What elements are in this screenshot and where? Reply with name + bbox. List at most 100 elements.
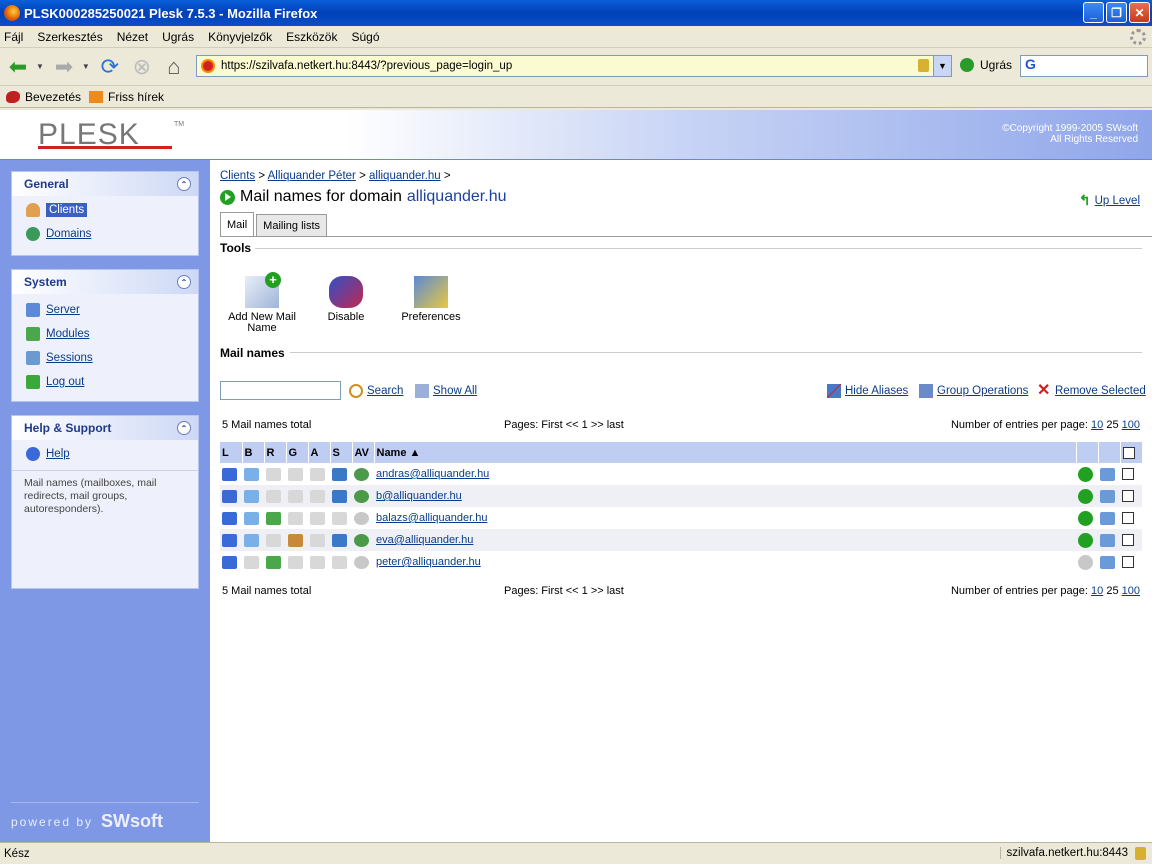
- sidebar-item-server[interactable]: Server: [12, 298, 198, 322]
- select-all-checkbox[interactable]: [1122, 446, 1135, 459]
- tab-mail[interactable]: Mail: [220, 212, 255, 236]
- status-bar: Kész szilvafa.netkert.hu:8443: [0, 842, 1152, 864]
- edit-icon[interactable]: [1100, 467, 1115, 481]
- edit-icon[interactable]: [1100, 489, 1115, 503]
- sidebar-item-modules[interactable]: Modules: [12, 322, 198, 346]
- row-checkbox[interactable]: [1122, 556, 1134, 569]
- maximize-button[interactable]: ❐: [1106, 2, 1127, 23]
- tab-mailing-lists[interactable]: Mailing lists: [256, 214, 328, 236]
- remove-selected-button[interactable]: ✕ Remove Selected: [1037, 383, 1146, 399]
- forward-arrow-icon[interactable]: ➡: [50, 53, 78, 81]
- breadcrumb-client[interactable]: Alliquander Péter: [268, 170, 356, 182]
- breadcrumb-domain[interactable]: alliquander.hu: [369, 170, 441, 182]
- preferences-button[interactable]: Preferences: [386, 276, 476, 323]
- menu-bookmarks[interactable]: Könyvjelzők: [208, 30, 272, 44]
- up-level-link[interactable]: ↰ Up Level: [1079, 192, 1140, 209]
- row-checkbox[interactable]: [1122, 490, 1134, 503]
- lock-icon[interactable]: [1135, 847, 1146, 860]
- minimize-button[interactable]: _: [1083, 2, 1104, 23]
- sidebar-item-sessions[interactable]: Sessions: [12, 346, 198, 370]
- collapse-icon[interactable]: ⌃: [177, 421, 191, 435]
- hide-aliases-button[interactable]: Hide Aliases: [827, 384, 908, 398]
- row-checkbox[interactable]: [1122, 512, 1134, 525]
- search-button[interactable]: Search: [349, 384, 403, 398]
- forward-dropdown-icon[interactable]: ▼: [82, 62, 90, 71]
- collapse-icon[interactable]: ⌃: [177, 177, 191, 191]
- pagination-bottom[interactable]: Pages: First << 1 >> last: [504, 585, 624, 597]
- mailbox-disabled-icon: [244, 555, 259, 569]
- page-content: PLESK TM ©Copyright 1999-2005 SWsoft All…: [0, 110, 1152, 842]
- disable-button[interactable]: Disable: [301, 276, 391, 323]
- search-engine-box[interactable]: G: [1020, 55, 1148, 77]
- go-arrow-icon[interactable]: [1078, 510, 1093, 526]
- back-arrow-icon[interactable]: ⬅: [4, 53, 32, 81]
- close-button[interactable]: ✕: [1129, 2, 1150, 23]
- plesk-logo-tm: TM: [174, 121, 185, 128]
- search-input[interactable]: [220, 381, 341, 400]
- entries-100[interactable]: 100: [1122, 419, 1140, 431]
- edit-icon[interactable]: [1100, 511, 1115, 525]
- sidebar-item-logout[interactable]: Log out: [12, 370, 198, 394]
- site-icon: [201, 59, 215, 73]
- breadcrumb: Clients > Alliquander Péter > alliquande…: [220, 170, 451, 182]
- mailbox-icon: [244, 533, 259, 547]
- tab-divider: [220, 236, 1152, 237]
- go-button[interactable]: Ugrás: [960, 58, 1012, 72]
- reload-icon[interactable]: ⟳: [96, 53, 124, 81]
- collapse-icon[interactable]: ⌃: [177, 275, 191, 289]
- menu-tools[interactable]: Eszközök: [286, 30, 337, 44]
- google-icon: G: [1025, 56, 1036, 72]
- bookmark-latest-news[interactable]: Friss hírek: [89, 90, 164, 104]
- stop-icon[interactable]: ⊗: [128, 53, 156, 81]
- menu-help[interactable]: Súgó: [351, 30, 379, 44]
- address-bar[interactable]: https://szilvafa.netkert.hu:8443/?previo…: [196, 55, 952, 77]
- menu-go[interactable]: Ugrás: [162, 30, 194, 44]
- add-mail-name-button[interactable]: + Add New Mail Name: [217, 272, 307, 334]
- mail-names-table: L B R G A S AV Name ▲ andras@alliquander…: [220, 442, 1142, 573]
- mail-name-link[interactable]: peter@alliquander.hu: [376, 556, 481, 568]
- back-dropdown-icon[interactable]: ▼: [36, 62, 44, 71]
- plesk-logo-underline: [38, 146, 172, 149]
- row-checkbox[interactable]: [1122, 468, 1134, 481]
- entries-100[interactable]: 100: [1122, 585, 1140, 597]
- panel-system: System ⌃ Server Modules Sessions Log out: [11, 269, 199, 402]
- throbber-icon: [1130, 29, 1146, 45]
- menu-view[interactable]: Nézet: [117, 30, 148, 44]
- sidebar-item-help[interactable]: Help: [12, 442, 198, 466]
- group-disabled-icon: [288, 555, 303, 569]
- edit-icon[interactable]: [1100, 555, 1115, 569]
- row-checkbox[interactable]: [1122, 534, 1134, 547]
- table-header-row: L B R G A S AV Name ▲: [220, 442, 1142, 463]
- menu-file[interactable]: Fájl: [4, 30, 23, 44]
- mail-name-link[interactable]: b@alliquander.hu: [376, 490, 462, 502]
- sidebar-item-clients[interactable]: Clients: [12, 198, 198, 222]
- add-mail-icon: +: [245, 272, 281, 308]
- go-arrow-icon[interactable]: [1078, 532, 1093, 548]
- mail-name-link[interactable]: eva@alliquander.hu: [376, 534, 473, 546]
- go-arrow-icon[interactable]: [1078, 488, 1093, 504]
- tools-rule: [255, 248, 1142, 249]
- edit-icon[interactable]: [1100, 533, 1115, 547]
- col-name-sort[interactable]: Name ▲: [374, 442, 1077, 463]
- total-count-top: 5 Mail names total: [222, 419, 312, 431]
- modules-icon: [26, 327, 40, 341]
- entries-10[interactable]: 10: [1091, 585, 1103, 597]
- mail-name-link[interactable]: andras@alliquander.hu: [376, 468, 489, 480]
- entries-10[interactable]: 10: [1091, 419, 1103, 431]
- help-text: Mail names (mailboxes, mail redirects, m…: [12, 470, 198, 522]
- firefox-icon: [4, 5, 20, 21]
- go-arrow-icon[interactable]: [1078, 466, 1093, 482]
- disable-icon: [329, 276, 363, 308]
- menu-edit[interactable]: Szerkesztés: [37, 30, 102, 44]
- mail-name-link[interactable]: balazs@alliquander.hu: [376, 512, 487, 524]
- bookmark-getting-started[interactable]: Bevezetés: [6, 90, 81, 104]
- navigation-toolbar: ⬅ ▼ ➡ ▼ ⟳ ⊗ ⌂ https://szilvafa.netkert.h…: [0, 48, 1152, 86]
- page-title: Mail names for domain alliquander.hu: [220, 188, 506, 206]
- show-all-button[interactable]: Show All: [415, 384, 477, 398]
- group-operations-button[interactable]: Group Operations: [919, 384, 1028, 398]
- breadcrumb-clients[interactable]: Clients: [220, 170, 255, 182]
- url-dropdown-icon[interactable]: ▼: [933, 56, 951, 76]
- sidebar-item-domains[interactable]: Domains: [12, 222, 198, 246]
- home-icon[interactable]: ⌂: [160, 53, 188, 81]
- pagination-top[interactable]: Pages: First << 1 >> last: [504, 419, 624, 431]
